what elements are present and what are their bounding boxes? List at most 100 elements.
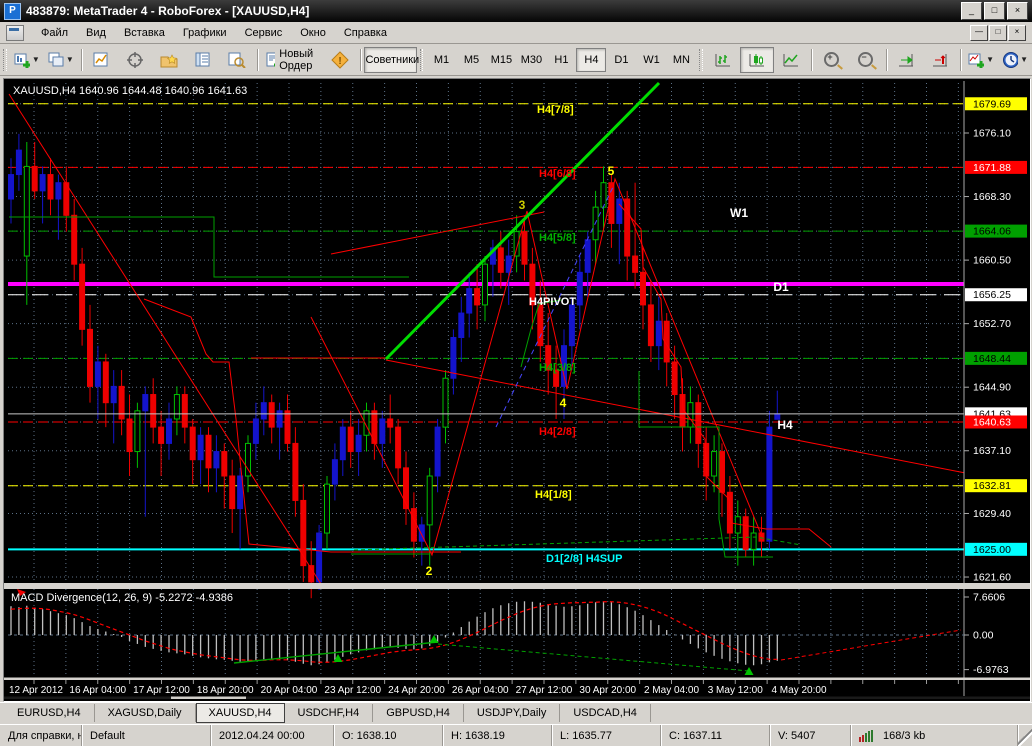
zoom-in-button[interactable]: + — [815, 47, 849, 73]
indicators-button[interactable]: ▼ — [964, 47, 998, 73]
svg-text:1671.88: 1671.88 — [973, 162, 1011, 174]
status-low: L: 1635.77 — [552, 725, 661, 746]
timeframe-W1[interactable]: W1 — [636, 48, 666, 72]
status-bar: Для справки, нажмите F1Default2012.04.24… — [0, 724, 1032, 746]
status-help: Для справки, нажмите F1 — [0, 725, 82, 746]
svg-text:H4[3/8]: H4[3/8] — [539, 362, 576, 374]
svg-text:-6.9763: -6.9763 — [973, 664, 1009, 676]
status-open: O: 1638.10 — [334, 725, 443, 746]
svg-text:7.6606: 7.6606 — [973, 592, 1005, 604]
svg-text:3: 3 — [519, 198, 526, 212]
timeframe-M5[interactable]: M5 — [456, 48, 486, 72]
timeframe-H1[interactable]: H1 — [546, 48, 576, 72]
mdi-restore-button[interactable]: □ — [989, 24, 1007, 41]
tab-GBPUSD,H4[interactable]: GBPUSD,H4 — [373, 704, 464, 722]
svg-text:20 Apr 04:00: 20 Apr 04:00 — [261, 685, 318, 696]
tab-USDCAD,H4[interactable]: USDCAD,H4 — [560, 704, 651, 722]
candlestick-chart-type-button[interactable] — [740, 46, 775, 73]
mdi-close-button[interactable]: × — [1008, 24, 1026, 41]
profiles-icon — [48, 52, 64, 66]
svg-text:23 Apr 12:00: 23 Apr 12:00 — [324, 685, 381, 696]
tick-chart-icon — [93, 52, 108, 66]
status-profile: Default — [82, 725, 211, 746]
svg-text:4 May 20:00: 4 May 20:00 — [771, 685, 826, 696]
mdi-minimize-button[interactable]: — — [970, 24, 988, 41]
menu-bar: Файл Вид Вставка Графики Сервис Окно Справка —… — [0, 22, 1032, 44]
resize-grip[interactable] — [1018, 725, 1032, 746]
chart-shift-button[interactable] — [923, 47, 957, 73]
profiles-button[interactable]: ▼ — [44, 47, 78, 73]
templates-button[interactable] — [220, 47, 254, 73]
svg-text:16 Apr 04:00: 16 Apr 04:00 — [69, 685, 126, 696]
new-chart-button[interactable]: ▼ — [10, 47, 44, 73]
chevron-down-icon: ▼ — [65, 55, 74, 64]
svg-text:H4[1/8]: H4[1/8] — [535, 489, 572, 501]
alert-icon: ! — [331, 50, 350, 69]
chart-area[interactable]: H4[7/8] H4[6/8] H4[5/8] H4PIVOT H4[3/8] H4[2/… — [3, 78, 1031, 702]
periods-button[interactable]: ▼ — [998, 47, 1032, 73]
svg-text:1648.44: 1648.44 — [973, 353, 1011, 365]
svg-text:26 Apr 04:00: 26 Apr 04:00 — [452, 685, 509, 696]
menu-Сервис[interactable]: Сервис — [236, 24, 292, 42]
chevron-down-icon: ▼ — [1020, 55, 1028, 64]
status-close: C: 1637.11 — [661, 725, 770, 746]
menu-Справка[interactable]: Справка — [335, 24, 396, 42]
svg-text:H4[2/8]: H4[2/8] — [539, 426, 576, 438]
line-chart-icon — [783, 53, 799, 66]
bar-chart-type-button[interactable] — [706, 47, 740, 73]
timeframe-H4[interactable]: H4 — [576, 47, 607, 72]
chart-shift-icon — [933, 53, 948, 66]
tab-XAGUSD,Daily[interactable]: XAGUSD,Daily — [95, 704, 196, 722]
new-order-button[interactable]: Новый Ордер — [261, 47, 323, 73]
tab-EURUSD,H4[interactable]: EURUSD,H4 — [4, 704, 95, 722]
data-window-button[interactable] — [186, 47, 220, 73]
maximize-button[interactable]: □ — [984, 2, 1005, 20]
close-button[interactable]: × — [1007, 2, 1028, 20]
timeframe-D1[interactable]: D1 — [606, 48, 636, 72]
menu-Файл[interactable]: Файл — [32, 24, 77, 42]
svg-text:1652.70: 1652.70 — [973, 318, 1011, 330]
new-chart-icon — [14, 53, 30, 68]
tick-chart-button[interactable] — [84, 47, 118, 73]
menu-Графики[interactable]: Графики — [174, 24, 236, 42]
svg-text:1625.00: 1625.00 — [973, 544, 1011, 556]
timeframe-M15[interactable]: M15 — [486, 48, 516, 72]
symbols-button[interactable] — [152, 47, 186, 73]
auto-scroll-icon — [899, 53, 914, 66]
minimize-button[interactable]: _ — [961, 2, 982, 20]
timeframe-M30[interactable]: M30 — [516, 48, 546, 72]
svg-text:MACD Divergence(12, 26, 9) -5.: MACD Divergence(12, 26, 9) -5.2272 -4.93… — [11, 592, 233, 604]
status-traffic: 168/3 kb — [883, 729, 926, 742]
timeframe-MN[interactable]: MN — [666, 48, 696, 72]
tab-USDJPY,Daily[interactable]: USDJPY,Daily — [464, 704, 561, 722]
auto-scroll-button[interactable] — [889, 47, 923, 73]
status-volume: V: 5407 — [770, 725, 851, 746]
svg-text:2: 2 — [426, 564, 433, 578]
toolbar-grip[interactable] — [3, 48, 7, 71]
menu-Вид[interactable]: Вид — [77, 24, 115, 42]
crosshair-button[interactable] — [118, 47, 152, 73]
connection-signal-icon — [859, 729, 873, 742]
timeframe-M1[interactable]: M1 — [426, 48, 456, 72]
toolbar: ▼ ▼ Новый Ордер ! Советники M1 M5 M15 M3… — [0, 44, 1032, 76]
window-title: 483879: MetaTrader 4 - RoboForex - [XAUU… — [26, 4, 310, 18]
app-icon: P — [4, 2, 21, 20]
menu-Окно[interactable]: Окно — [291, 24, 335, 42]
svg-text:24 Apr 20:00: 24 Apr 20:00 — [388, 685, 445, 696]
line-chart-type-button[interactable] — [774, 47, 808, 73]
menu-Вставка[interactable]: Вставка — [115, 24, 174, 42]
svg-text:1656.25: 1656.25 — [973, 289, 1011, 301]
svg-text:D1[2/8] H4SUP: D1[2/8] H4SUP — [546, 553, 622, 565]
svg-text:18 Apr 20:00: 18 Apr 20:00 — [197, 685, 254, 696]
tab-XAUUSD,H4[interactable]: XAUUSD,H4 — [195, 703, 285, 723]
svg-text:2 May 04:00: 2 May 04:00 — [644, 685, 699, 696]
svg-text:1676.10: 1676.10 — [973, 128, 1011, 140]
status-high: H: 1638.19 — [443, 725, 552, 746]
svg-text:1644.90: 1644.90 — [973, 382, 1011, 394]
expert-advisors-button[interactable]: Советники — [363, 46, 419, 73]
svg-text:1637.10: 1637.10 — [973, 445, 1011, 457]
title-bar[interactable]: P 483879: MetaTrader 4 - RoboForex - [XA… — [0, 0, 1032, 22]
zoom-out-button[interactable]: − — [849, 47, 883, 73]
tab-USDCHF,H4[interactable]: USDCHF,H4 — [285, 704, 374, 722]
alert-button[interactable]: ! — [323, 47, 357, 73]
